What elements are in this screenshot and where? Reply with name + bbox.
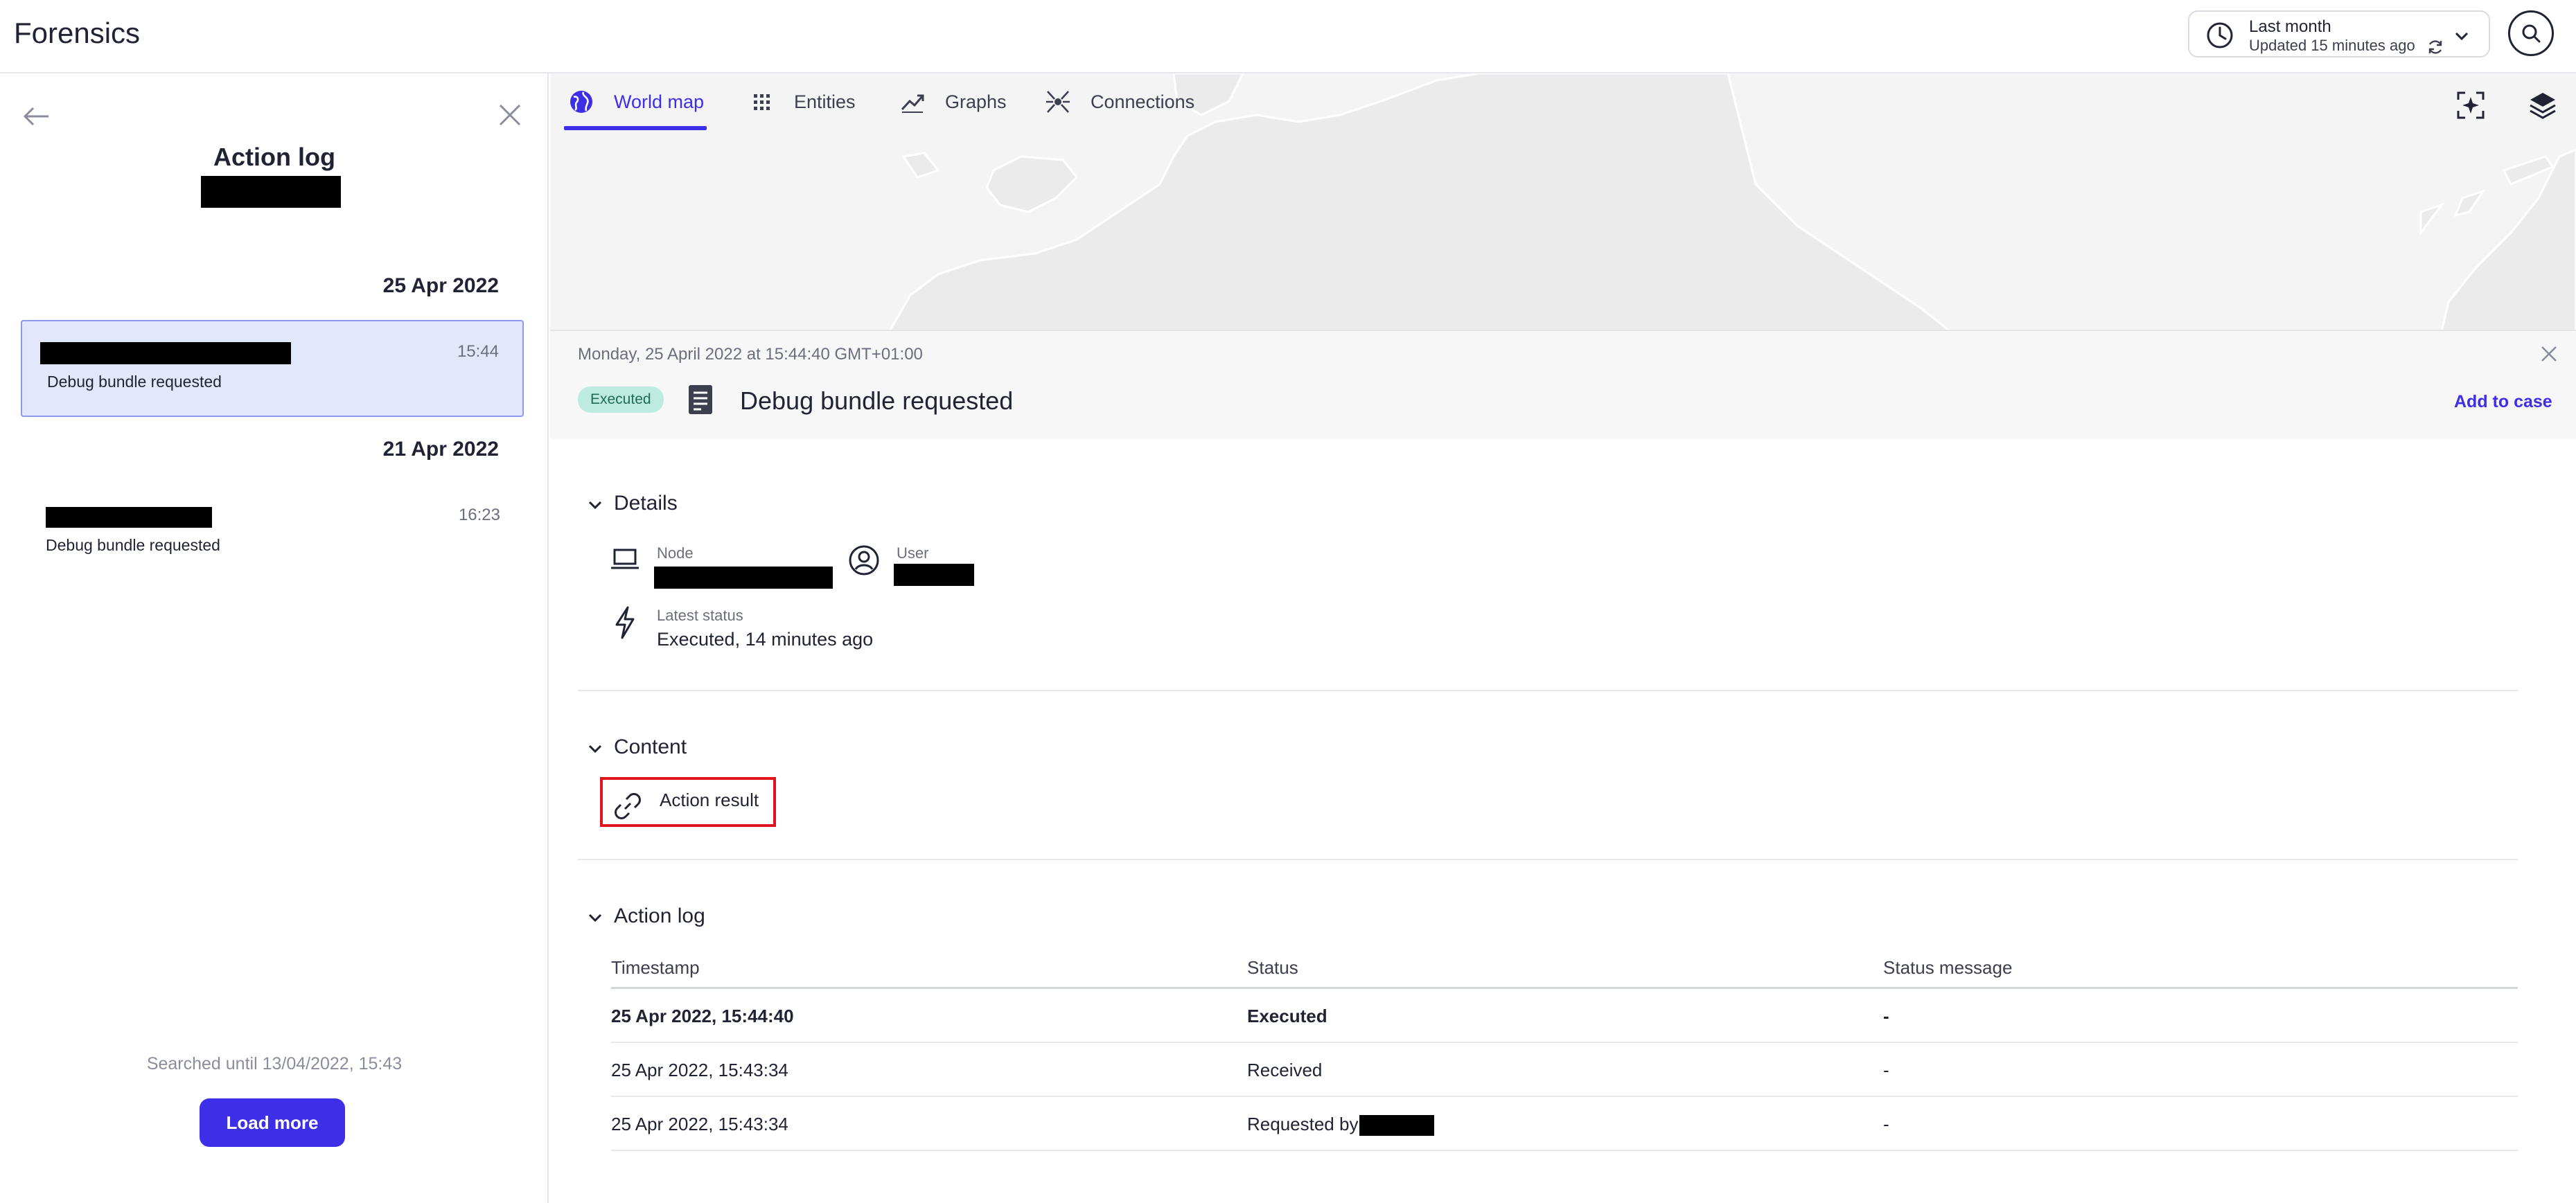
event-datetime: Monday, 25 April 2022 at 15:44:40 GMT+01…: [578, 345, 923, 364]
clock-icon: [2207, 22, 2233, 48]
search-icon: [2522, 24, 2541, 43]
tab-graphs[interactable]: Graphs: [899, 73, 1007, 132]
action-result-link[interactable]: Action result: [600, 777, 776, 827]
node-label: Node: [657, 544, 694, 562]
cell-message: -: [1883, 1060, 1889, 1080]
updated-text: Updated 15 minutes ago: [2249, 37, 2415, 54]
tab-label: Graphs: [945, 91, 1007, 112]
redacted-node: [46, 507, 212, 528]
cell-timestamp: 25 Apr 2022, 15:43:34: [611, 1060, 788, 1080]
chevron-down-icon[interactable]: [2453, 27, 2471, 45]
table-row: 25 Apr 2022, 15:43:34 Received -: [611, 1043, 2518, 1097]
table-header: Timestamp Status Status message: [611, 952, 2518, 989]
globe-icon: [570, 91, 592, 113]
log-item-text: Debug bundle requested: [46, 536, 220, 554]
section-heading: Details: [614, 492, 678, 515]
world-map[interactable]: World map Entities Graphs Connections: [550, 73, 2576, 331]
link-icon: [615, 793, 641, 819]
lightning-icon: [615, 606, 635, 639]
cell-status: Executed: [1247, 1006, 1327, 1026]
app-title: Forensics: [14, 17, 141, 49]
redacted-subtitle: [201, 176, 341, 208]
cell-status: Received: [1247, 1060, 1323, 1080]
section-divider: [578, 859, 2518, 860]
close-icon[interactable]: [2539, 344, 2559, 364]
log-item[interactable]: 15:44 Debug bundle requested: [21, 320, 524, 417]
log-item[interactable]: 16:23 Debug bundle requested: [21, 485, 524, 582]
section-divider: [578, 690, 2518, 691]
table-row: 25 Apr 2022, 15:44:40 Executed -: [611, 989, 2518, 1043]
focus-icon[interactable]: [2454, 89, 2487, 122]
user-label: User: [897, 544, 929, 562]
tab-connections[interactable]: Connections: [1045, 73, 1197, 132]
redacted-node: [40, 342, 291, 364]
column-header-status[interactable]: Status: [1247, 957, 1298, 979]
latest-status-label: Latest status: [657, 607, 743, 624]
detail-header: Monday, 25 April 2022 at 15:44:40 GMT+01…: [550, 331, 2576, 439]
section-heading: Action log: [614, 905, 705, 927]
search-button[interactable]: [2508, 10, 2554, 56]
chevron-down-icon: [588, 501, 602, 510]
status-badge: Executed: [578, 386, 664, 413]
time-range-label: Last month: [2249, 17, 2331, 36]
action-log-panel: Action log 25 Apr 2022 15:44 Debug bundl…: [0, 73, 549, 1203]
cell-message: -: [1883, 1114, 1889, 1134]
top-bar: Forensics Last month Updated 15 minutes …: [0, 0, 2576, 73]
tab-world-map[interactable]: World map: [564, 73, 707, 132]
panel-title: Action log: [213, 143, 335, 171]
action-log-table: Timestamp Status Status message 25 Apr 2…: [611, 952, 2518, 1151]
searched-until-text: Searched until 13/04/2022, 15:43: [146, 1054, 403, 1073]
grid-icon: [754, 94, 770, 110]
tab-entities[interactable]: Entities: [748, 73, 866, 132]
user-icon: [849, 545, 879, 576]
cell-timestamp: 25 Apr 2022, 15:43:34: [611, 1114, 788, 1134]
column-header-status-message[interactable]: Status message: [1883, 957, 2012, 979]
event-title: Debug bundle requested: [740, 386, 1014, 415]
section-heading: Content: [614, 736, 687, 758]
cell-status: Requested by: [1247, 1114, 1359, 1134]
chevron-down-icon: [588, 745, 602, 754]
latest-status-value: Executed, 14 minutes ago: [657, 629, 874, 650]
tab-label: Entities: [794, 91, 856, 112]
load-more-button[interactable]: Load more: [200, 1098, 345, 1147]
table-row: 25 Apr 2022, 15:43:34 Requested by -: [611, 1097, 2518, 1151]
redacted-user-value: [894, 564, 974, 586]
refresh-icon[interactable]: [2426, 38, 2444, 56]
cell-message: -: [1883, 1006, 1889, 1026]
add-to-case-link[interactable]: Add to case: [2454, 392, 2552, 412]
laptop-icon: [611, 549, 639, 569]
cell-timestamp: 25 Apr 2022, 15:44:40: [611, 1006, 794, 1026]
redacted-requester: [1359, 1115, 1434, 1136]
date-group-header: 21 Apr 2022: [382, 438, 499, 461]
log-item-time: 16:23: [458, 506, 500, 524]
time-range-picker[interactable]: Last month Updated 15 minutes ago: [2188, 10, 2490, 57]
log-item-time: 15:44: [457, 342, 499, 361]
tab-label: World map: [614, 91, 705, 112]
layers-icon[interactable]: [2526, 89, 2559, 122]
back-arrow-icon[interactable]: [21, 101, 51, 132]
tab-label: Connections: [1091, 91, 1195, 112]
chevron-down-icon: [588, 914, 602, 923]
close-icon[interactable]: [496, 101, 524, 129]
trend-icon: [901, 94, 924, 113]
action-result-label: Action result: [660, 790, 759, 810]
connections-icon: [1046, 91, 1070, 113]
document-icon: [689, 385, 712, 414]
log-item-text: Debug bundle requested: [47, 373, 222, 391]
column-header-timestamp[interactable]: Timestamp: [611, 957, 700, 979]
redacted-node-value: [654, 567, 833, 589]
date-group-header: 25 Apr 2022: [382, 274, 499, 297]
